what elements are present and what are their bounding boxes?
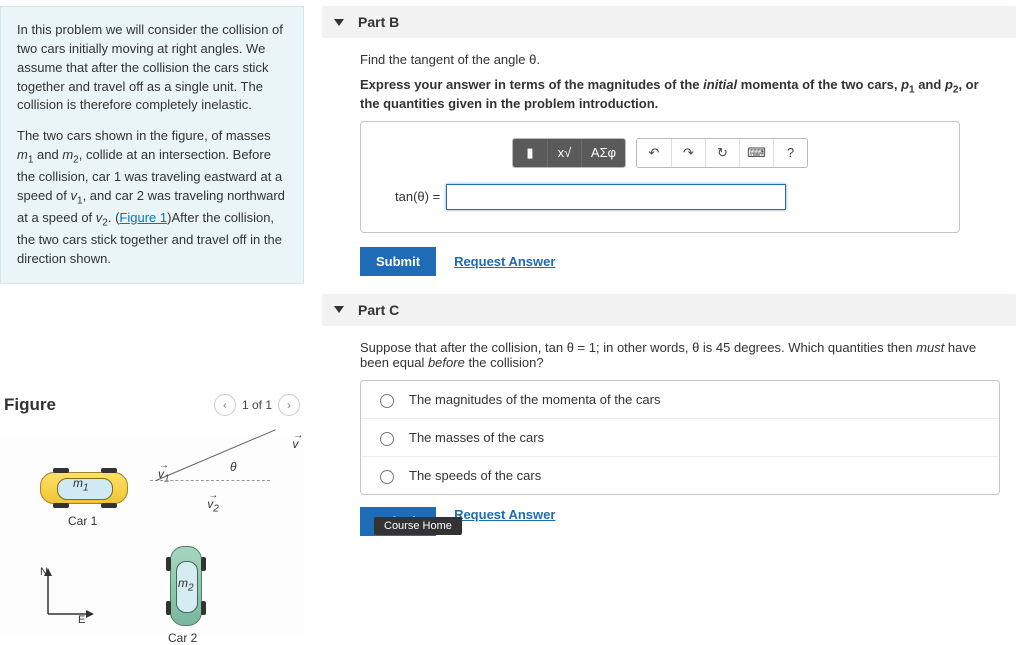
car1-mass-label: m1	[73, 476, 89, 493]
v-label: →v	[292, 437, 298, 451]
mc-option-label: The masses of the cars	[409, 430, 544, 445]
figure-link[interactable]: Figure 1	[119, 210, 167, 225]
mc-option[interactable]: The masses of the cars	[361, 418, 999, 456]
toolbar-undo-button[interactable]: ↶	[637, 139, 671, 167]
toolbar-greek-button[interactable]: ΑΣφ	[581, 139, 625, 167]
collapse-icon	[334, 306, 344, 313]
toolbar-root-button[interactable]: x√	[547, 139, 581, 167]
submit-button[interactable]: Submit	[360, 247, 436, 276]
figure-pager: ‹ 1 of 1 ›	[214, 394, 300, 416]
equation-lhs: tan(θ) =	[395, 189, 440, 204]
answer-input[interactable]	[446, 184, 786, 210]
mc-radio[interactable]	[380, 432, 394, 446]
part-b-instructions: Express your answer in terms of the magn…	[360, 77, 1000, 111]
multiple-choice-box: The magnitudes of the momenta of the car…	[360, 380, 1000, 495]
car1-label: Car 1	[68, 514, 97, 528]
mc-option[interactable]: The speeds of the cars	[361, 456, 999, 494]
toolbar-keyboard-button[interactable]: ⌨	[739, 139, 773, 167]
compass: N E	[40, 566, 100, 629]
toolbar-templates-button[interactable]: ▮	[513, 139, 547, 167]
final-velocity-line	[156, 429, 276, 481]
collapse-icon	[334, 19, 344, 26]
figure-diagram: m1 Car 1 m2 Car 2 →v1 →v2 →v θ N E	[0, 436, 304, 636]
intro-p2: The two cars shown in the figure, of mas…	[17, 127, 287, 269]
v2-label: →v2	[207, 497, 219, 511]
mc-radio[interactable]	[380, 470, 394, 484]
part-b-title: Part B	[358, 14, 399, 30]
part-c-prompt: Suppose that after the collision, tan θ …	[360, 340, 1000, 370]
request-answer-link[interactable]: Request Answer	[454, 507, 555, 522]
part-b-prompt: Find the tangent of the angle θ.	[360, 52, 1000, 67]
part-c-title: Part C	[358, 302, 399, 318]
problem-intro: In this problem we will consider the col…	[0, 6, 304, 284]
pager-prev[interactable]: ‹	[214, 394, 236, 416]
mc-option-label: The speeds of the cars	[409, 468, 541, 483]
request-answer-link[interactable]: Request Answer	[454, 254, 555, 269]
toolbar-redo-button[interactable]: ↷	[671, 139, 705, 167]
pager-text: 1 of 1	[242, 398, 272, 412]
mc-radio[interactable]	[380, 394, 394, 408]
car2-label: Car 2	[168, 631, 197, 645]
toolbar-help-button[interactable]: ?	[773, 139, 807, 167]
answer-box: ▮ x√ ΑΣφ ↶ ↷ ↻ ⌨ ? tan(θ) =	[360, 121, 960, 233]
mc-option[interactable]: The magnitudes of the momenta of the car…	[361, 381, 999, 418]
part-c-header[interactable]: Part C	[322, 294, 1016, 326]
dashed-east-axis	[150, 480, 270, 481]
toolbar-reset-button[interactable]: ↻	[705, 139, 739, 167]
pager-next[interactable]: ›	[278, 394, 300, 416]
part-b-header[interactable]: Part B	[322, 6, 1016, 38]
figure-heading: Figure	[4, 395, 56, 415]
car2-mass-label: m2	[178, 576, 194, 593]
intro-p1: In this problem we will consider the col…	[17, 22, 283, 112]
equation-toolbar: ▮ x√ ΑΣφ ↶ ↷ ↻ ⌨ ?	[375, 138, 945, 168]
mc-option-label: The magnitudes of the momenta of the car…	[409, 392, 660, 407]
course-home-tooltip[interactable]: Course Home	[374, 517, 462, 535]
theta-label: θ	[230, 460, 237, 474]
